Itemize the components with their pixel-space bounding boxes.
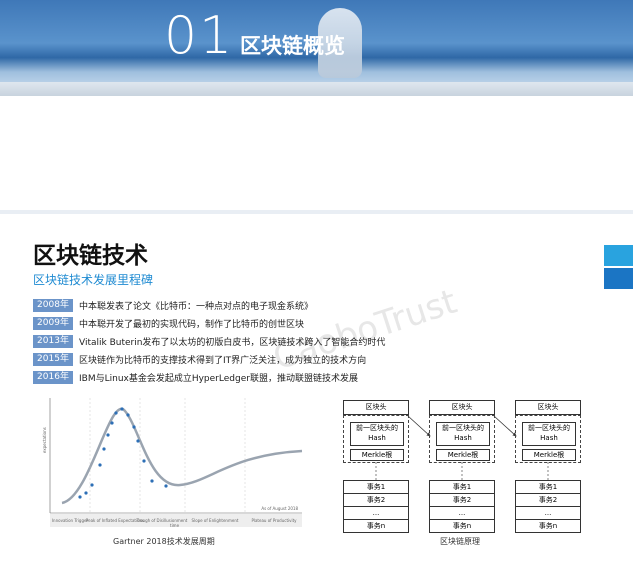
phase-label: Slope of Enlightenment xyxy=(192,518,239,523)
milestone-row: 2008年 中本聪发表了论文《比特币：一种点对点的电子现金系统》 xyxy=(33,296,385,314)
milestone-timeline: 2008年 中本聪发表了论文《比特币：一种点对点的电子现金系统》 2009年 中… xyxy=(33,296,385,386)
milestone-text: 中本聪开发了最初的实现代码，制作了比特币的创世区块 xyxy=(79,319,305,330)
phase-label: Trough of Disillusionment xyxy=(136,518,188,523)
milestone-text: 区块链作为比特币的支撑技术得到了IT界广泛关注，成为独立的技术方向 xyxy=(79,355,367,366)
merkle-root-box: Merkle根 xyxy=(522,449,576,461)
chapter-number: 01 xyxy=(164,6,235,66)
year-badge: 2009年 xyxy=(33,316,73,330)
year-badge: 2015年 xyxy=(33,352,73,366)
transaction-row: 事务1 xyxy=(430,481,494,494)
transaction-row: ... xyxy=(430,507,494,520)
block: 区块头 前一区块头的Hash Merkle根 事务1 事务2 ... 事务n xyxy=(515,400,581,533)
block-body: 前一区块头的Hash Merkle根 xyxy=(429,415,495,463)
prev-hash-box: 前一区块头的Hash xyxy=(522,422,576,446)
block-header: 区块头 xyxy=(429,400,495,415)
milestone-row: 2016年 IBM与Linux基金会发起成立HyperLedger联盟，推动联盟… xyxy=(33,368,385,386)
phase-label: Innovation Trigger xyxy=(52,518,89,523)
prev-hash-box: 前一区块头的Hash xyxy=(350,422,404,446)
transaction-row: 事务1 xyxy=(516,481,580,494)
hype-caption: Gartner 2018技术发展周期 xyxy=(113,537,215,546)
merkle-root-box: Merkle根 xyxy=(350,449,404,461)
block-header: 区块头 xyxy=(343,400,409,415)
milestone-text: Vitalik Buterin发布了以太坊的初版白皮书，区块链技术跨入了智能合约… xyxy=(79,337,386,348)
transaction-row: 事务2 xyxy=(344,494,408,507)
transaction-list: 事务1 事务2 ... 事务n xyxy=(343,480,409,533)
x-axis-label: time xyxy=(170,523,180,528)
year-badge: 2008年 xyxy=(33,298,73,312)
header-banner: 01 区块链概览 xyxy=(0,0,633,96)
transaction-row: 事务2 xyxy=(516,494,580,507)
transaction-row: 事务n xyxy=(366,522,386,530)
section-title: 区块链技术 xyxy=(33,243,148,269)
year-badge: 2013年 xyxy=(33,334,73,348)
side-tab-light[interactable] xyxy=(604,245,633,266)
prev-hash-box: 前一区块头的Hash xyxy=(436,422,490,446)
chapter-title: 区块链概览 xyxy=(240,34,345,58)
block: 区块头 前一区块头的Hash Merkle根 事务1 事务2 ... 事务n xyxy=(429,400,495,533)
block-body: 前一区块头的Hash Merkle根 xyxy=(343,415,409,463)
milestone-row: 2013年 Vitalik Buterin发布了以太坊的初版白皮书，区块链技术跨… xyxy=(33,332,385,350)
transaction-list: 事务1 事务2 ... 事务n xyxy=(429,480,495,533)
section-subtitle: 区块链技术发展里程碑 xyxy=(33,273,154,287)
milestone-text: IBM与Linux基金会发起成立HyperLedger联盟，推动联盟链技术发展 xyxy=(79,373,358,384)
transaction-row: 事务n xyxy=(538,522,558,530)
merkle-root-box: Merkle根 xyxy=(436,449,490,461)
side-tab-dark[interactable] xyxy=(604,268,633,289)
date-label: As of August 2018 xyxy=(261,506,298,511)
milestone-text: 中本聪发表了论文《比特币：一种点对点的电子现金系统》 xyxy=(79,301,314,312)
gartner-hype-cycle-figure: Innovation Trigger Peak of Inflated Expe… xyxy=(40,393,305,528)
phase-label: Peak of Inflated Expectations xyxy=(86,518,144,523)
blockchain-caption: 区块链原理 xyxy=(440,537,480,546)
pier xyxy=(0,82,633,96)
milestone-row: 2015年 区块链作为比特币的支撑技术得到了IT界广泛关注，成为独立的技术方向 xyxy=(33,350,385,368)
transaction-row: 事务2 xyxy=(430,494,494,507)
milestone-row: 2009年 中本聪开发了最初的实现代码，制作了比特币的创世区块 xyxy=(33,314,385,332)
block-body: 前一区块头的Hash Merkle根 xyxy=(515,415,581,463)
transaction-row: ... xyxy=(516,507,580,520)
year-badge: 2016年 xyxy=(33,370,73,384)
phase-label: Plateau of Productivity xyxy=(251,518,297,523)
transaction-row: 事务1 xyxy=(344,481,408,494)
y-axis-label: expectations xyxy=(42,427,47,453)
transaction-row: ... xyxy=(344,507,408,520)
transaction-row: 事务n xyxy=(452,522,472,530)
block-header: 区块头 xyxy=(515,400,581,415)
section-divider xyxy=(0,210,633,214)
block: 区块头 前一区块头的Hash Merkle根 事务1 事务2 ... 事务n xyxy=(343,400,409,533)
transaction-list: 事务1 事务2 ... 事务n xyxy=(515,480,581,533)
